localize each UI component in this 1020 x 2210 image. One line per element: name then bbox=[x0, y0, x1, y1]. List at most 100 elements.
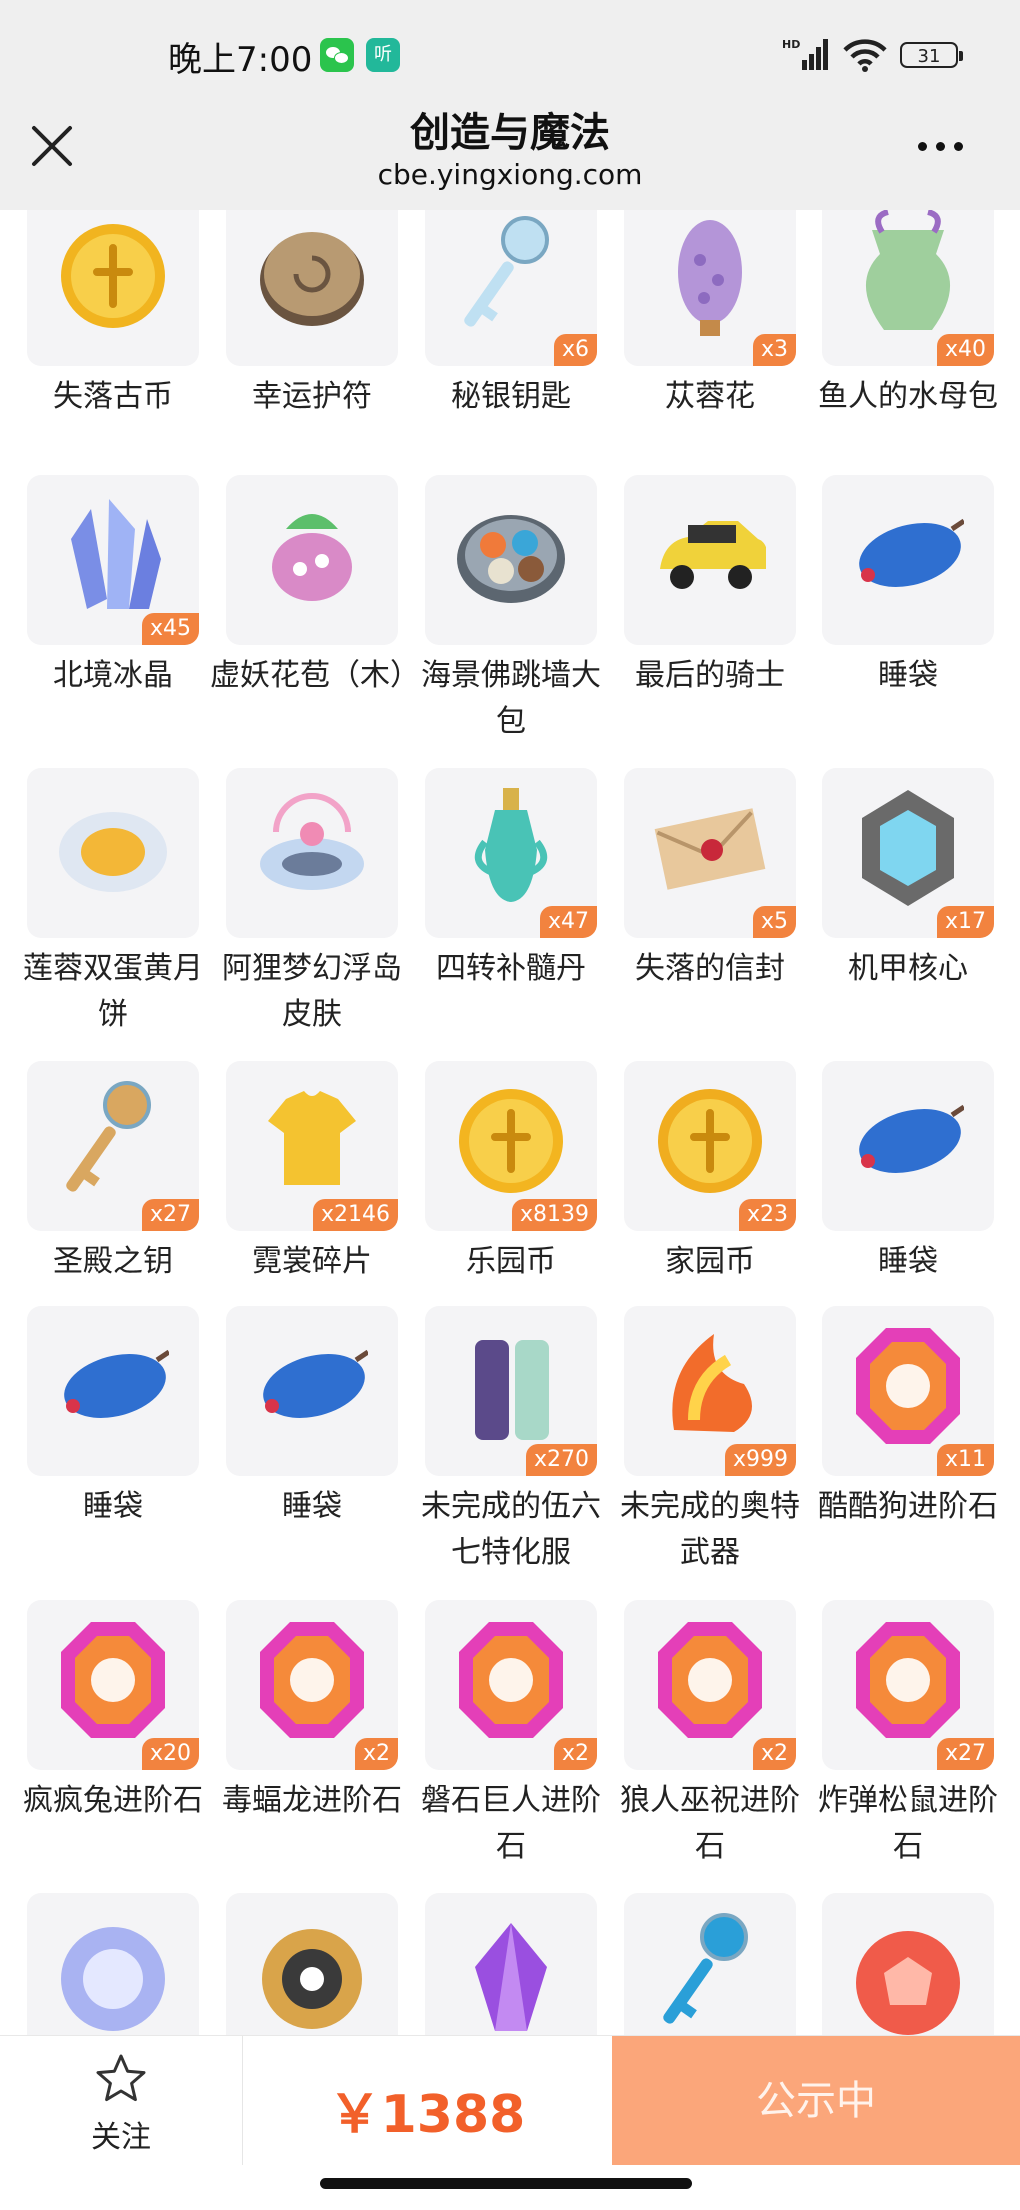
evolution-stone-icon bbox=[658, 1622, 762, 1738]
temple-key-icon bbox=[66, 1081, 151, 1192]
item-name: 机甲核心 bbox=[848, 951, 968, 986]
item-tile[interactable]: x47 bbox=[425, 768, 597, 938]
quantity-badge: x45 bbox=[141, 613, 199, 645]
item-tile[interactable]: x2 bbox=[624, 1600, 796, 1770]
item-tile[interactable]: x999 bbox=[624, 1306, 796, 1476]
item-tile[interactable]: x3 bbox=[624, 210, 796, 366]
evolution-stone-icon bbox=[856, 1622, 960, 1738]
wifi-icon bbox=[843, 39, 887, 72]
item-tile[interactable]: x23 bbox=[624, 1061, 796, 1231]
item-name: 家园币 bbox=[665, 1244, 755, 1279]
item-name: 疯疯兔进阶石 bbox=[23, 1783, 203, 1818]
purple-flower-icon bbox=[678, 220, 742, 336]
item-tile[interactable]: x45 bbox=[27, 475, 199, 645]
item-tile[interactable] bbox=[624, 1893, 796, 2035]
item-name: 未完成的奥特武器 bbox=[620, 1489, 800, 1570]
item-name: 睡袋 bbox=[878, 658, 938, 693]
item-name: 毒蝠龙进阶石 bbox=[222, 1783, 402, 1818]
item-tile[interactable]: x17 bbox=[822, 768, 994, 938]
item-name: 失落的信封 bbox=[635, 951, 785, 986]
item-tile[interactable]: x20 bbox=[27, 1600, 199, 1770]
status-time: 晚上7:00 bbox=[168, 40, 313, 80]
item-tile[interactable]: x8139 bbox=[425, 1061, 597, 1231]
item-tile[interactable]: x2 bbox=[425, 1600, 597, 1770]
red-gem-coin-icon bbox=[856, 1931, 960, 2035]
evolution-stone-icon bbox=[61, 1622, 165, 1738]
quantity-badge: x5 bbox=[752, 906, 796, 938]
sleeping-bag-icon bbox=[859, 518, 964, 587]
sleeping-bag-icon bbox=[64, 1349, 169, 1418]
home-indicator[interactable] bbox=[320, 2178, 692, 2189]
wechat-notification-icon bbox=[320, 38, 354, 72]
item-tile[interactable] bbox=[822, 1061, 994, 1231]
notification-app-icon: 听 bbox=[366, 38, 400, 72]
item-tile[interactable]: x27 bbox=[822, 1600, 994, 1770]
ankh-gold-coin-icon bbox=[61, 224, 165, 328]
item-name: 秘银钥匙 bbox=[451, 379, 571, 414]
item-tile[interactable]: x2146 bbox=[226, 1061, 398, 1231]
item-name: 睡袋 bbox=[83, 1489, 143, 1524]
jellyfish-bag-icon bbox=[865, 210, 951, 330]
item-name: 四转补髓丹 bbox=[436, 951, 586, 986]
quantity-badge: x270 bbox=[525, 1444, 597, 1476]
page-title: 创造与魔法 bbox=[410, 110, 610, 156]
item-name: 最后的骑士 bbox=[635, 658, 785, 693]
price-label: ￥1388 bbox=[328, 2085, 526, 2145]
page-domain: cbe.yingxiong.com bbox=[377, 158, 643, 191]
item-name: 海景佛跳墙大包 bbox=[421, 658, 601, 739]
stone-charm-icon bbox=[260, 232, 364, 326]
status-bar: 晚上7:00 听 HD 31 bbox=[0, 0, 1020, 100]
item-tile[interactable] bbox=[425, 475, 597, 645]
item-tile[interactable]: x11 bbox=[822, 1306, 994, 1476]
item-name: 炸弹松鼠进阶石 bbox=[818, 1783, 998, 1864]
flower-bud-icon bbox=[272, 514, 352, 601]
sleeping-bag-icon bbox=[263, 1349, 368, 1418]
yellow-car-icon bbox=[660, 521, 766, 589]
item-name: 幸运护符 bbox=[252, 379, 372, 414]
quantity-badge: x23 bbox=[738, 1199, 796, 1231]
item-tile[interactable] bbox=[27, 210, 199, 366]
item-tile[interactable] bbox=[226, 210, 398, 366]
item-name: 磐石巨人进阶石 bbox=[421, 1783, 601, 1864]
item-tile[interactable] bbox=[226, 1306, 398, 1476]
quantity-badge: x17 bbox=[936, 906, 994, 938]
item-tile[interactable] bbox=[624, 475, 796, 645]
item-tile[interactable] bbox=[27, 1893, 199, 2035]
item-tile[interactable]: x270 bbox=[425, 1306, 597, 1476]
star-icon bbox=[96, 2054, 146, 2102]
item-tile[interactable] bbox=[226, 1893, 398, 2035]
item-name: 苁蓉花 bbox=[665, 379, 755, 414]
quantity-badge: x27 bbox=[141, 1199, 199, 1231]
item-tile[interactable] bbox=[226, 768, 398, 938]
purple-gem-icon bbox=[475, 1923, 547, 2031]
public-notice-button[interactable]: 公示中 bbox=[612, 2036, 1020, 2166]
item-tile[interactable] bbox=[425, 1893, 597, 2035]
signal-icon: HD bbox=[782, 38, 828, 70]
item-tile[interactable]: x27 bbox=[27, 1061, 199, 1231]
item-tile[interactable] bbox=[27, 1306, 199, 1476]
follow-button[interactable]: 关注 bbox=[0, 2036, 243, 2166]
more-menu-button[interactable] bbox=[918, 136, 978, 156]
quantity-badge: x20 bbox=[141, 1738, 199, 1770]
item-name: 狼人巫祝进阶石 bbox=[620, 1783, 800, 1864]
item-tile[interactable] bbox=[27, 768, 199, 938]
item-grid: 失落古币 幸运护符 x6 秘银钥匙 x3 苁蓉花 x40 鱼人的水母包 x45 北境冰晶 虚妖花苞（… bbox=[0, 210, 1020, 2035]
shirt-icon bbox=[268, 1091, 356, 1185]
item-name: 莲蓉双蛋黄月饼 bbox=[23, 951, 203, 1032]
item-tile[interactable] bbox=[822, 1893, 994, 2035]
park-coin-icon bbox=[459, 1089, 563, 1193]
quantity-badge: x3 bbox=[752, 334, 796, 366]
quantity-badge: x8139 bbox=[511, 1199, 597, 1231]
item-name: 失落古币 bbox=[53, 379, 173, 414]
quantity-badge: x27 bbox=[936, 1738, 994, 1770]
item-tile[interactable]: x2 bbox=[226, 1600, 398, 1770]
item-tile[interactable] bbox=[226, 475, 398, 645]
item-name: 霓裳碎片 bbox=[252, 1244, 372, 1279]
item-tile[interactable]: x5 bbox=[624, 768, 796, 938]
follow-label: 关注 bbox=[91, 2120, 151, 2155]
battery-icon: 31 bbox=[900, 42, 963, 68]
item-tile[interactable]: x6 bbox=[425, 210, 597, 366]
item-tile[interactable]: x40 bbox=[822, 210, 994, 366]
ice-crystal-icon bbox=[71, 499, 161, 609]
item-tile[interactable] bbox=[822, 475, 994, 645]
